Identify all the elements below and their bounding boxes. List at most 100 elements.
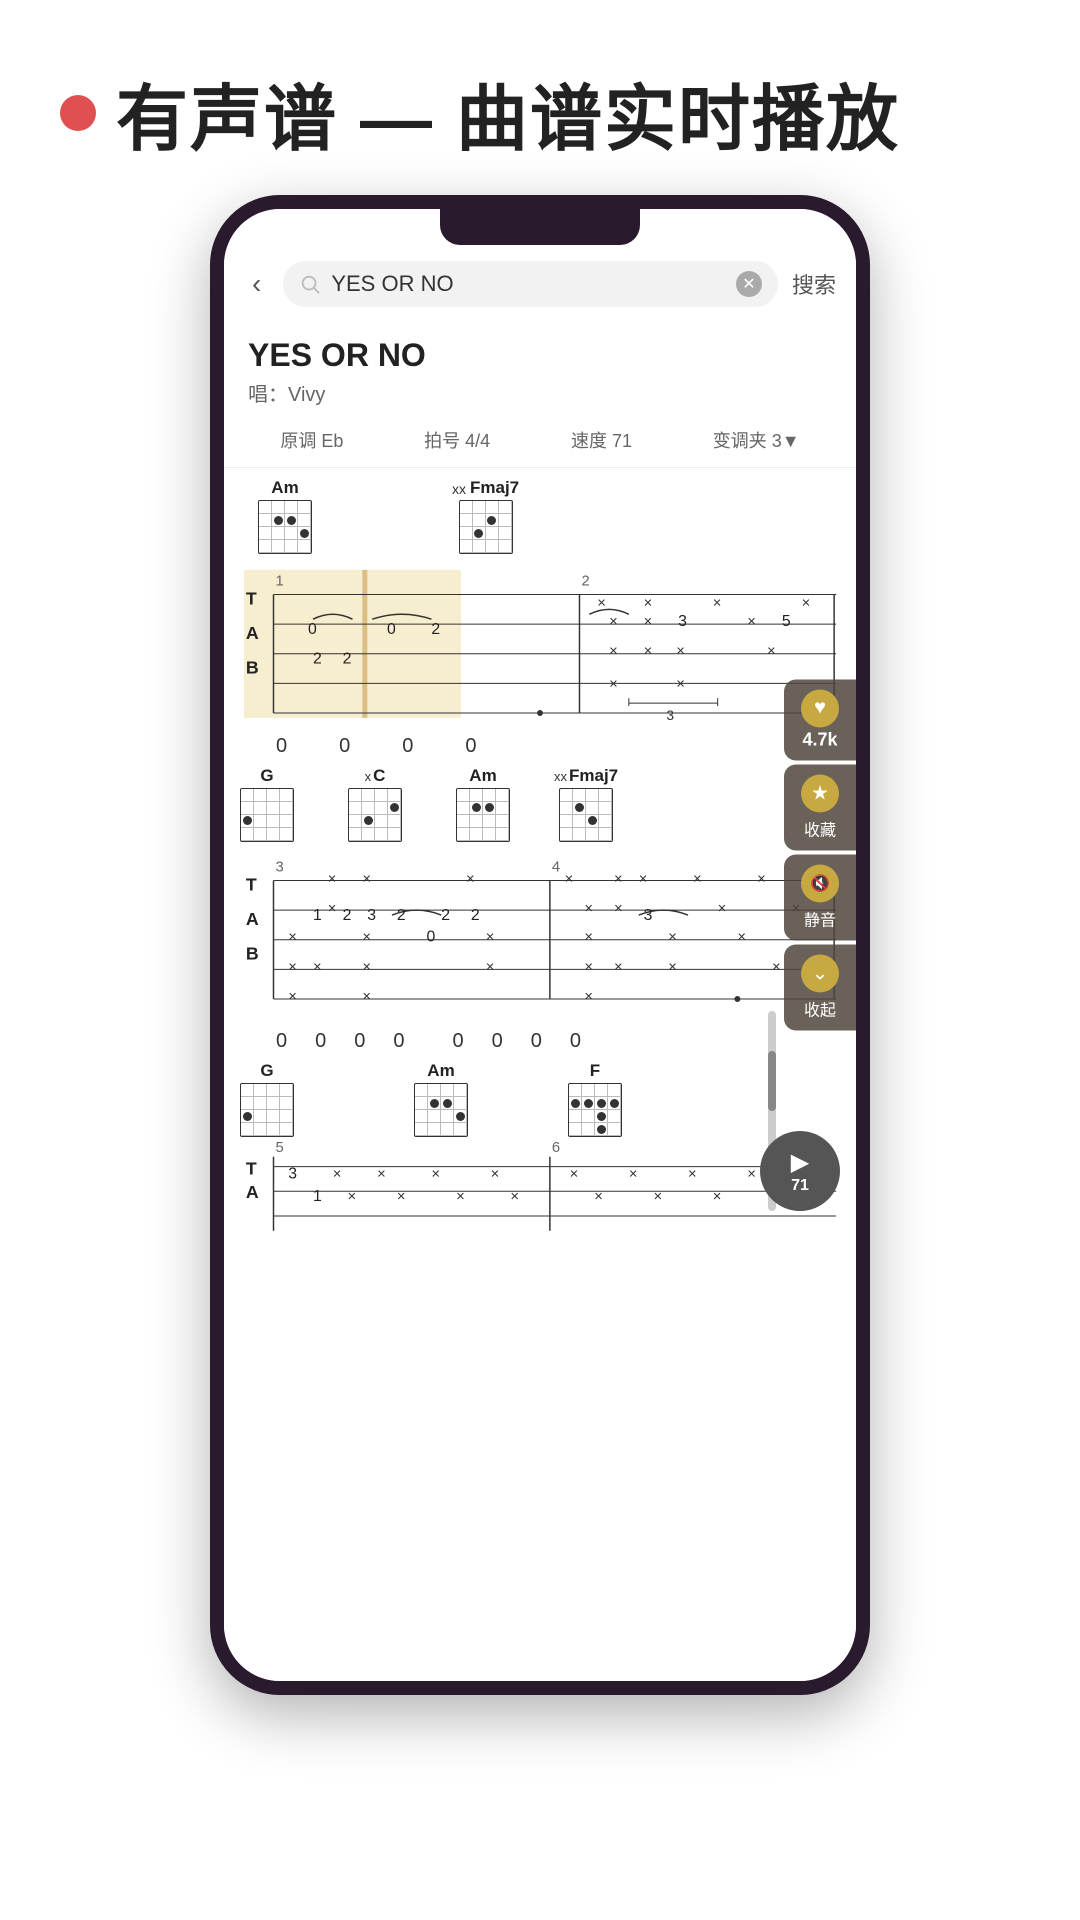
chord-cell	[241, 789, 254, 802]
phone-mockup: ‹ YES OR NO ✕ 搜索 YES OR NO 唱：Vivy	[210, 195, 870, 1695]
chord-am2-board	[456, 788, 510, 842]
chord-cell	[457, 828, 470, 841]
chord-cell	[298, 514, 311, 527]
chord-g: G	[240, 766, 294, 842]
svg-text:B: B	[246, 943, 259, 963]
tab-content: Am	[224, 468, 856, 1241]
collapse-button[interactable]: ⌄ 收起	[784, 944, 856, 1030]
string-num: 0	[492, 1030, 503, 1053]
capo[interactable]: 变调夹 3▼	[713, 427, 800, 453]
back-button[interactable]: ‹	[244, 264, 269, 304]
clear-search-button[interactable]: ✕	[736, 271, 762, 297]
chord-cell	[349, 789, 362, 802]
svg-text:2: 2	[441, 907, 450, 924]
svg-text:×: ×	[377, 1167, 386, 1183]
svg-text:×: ×	[802, 595, 811, 611]
chord-am-board	[258, 500, 312, 554]
chord-cell	[272, 501, 285, 514]
chord-cell	[582, 1123, 595, 1136]
chord-cell	[267, 802, 280, 815]
string-num: 0	[276, 1030, 287, 1053]
page-title: 有声谱 — 曲谱实时播放	[116, 60, 900, 165]
chord-cell	[280, 828, 293, 841]
chord-cell	[582, 1097, 595, 1110]
chord-am: Am	[258, 478, 312, 554]
chord-cell	[586, 802, 599, 815]
chord-am3-board	[414, 1083, 468, 1137]
svg-text:×: ×	[609, 644, 618, 660]
chord-cell	[428, 1097, 441, 1110]
svg-text:×: ×	[713, 595, 722, 611]
svg-text:×: ×	[313, 959, 322, 975]
play-button[interactable]: ▶ 71	[760, 1131, 840, 1211]
tab-staff-1: T A B	[234, 560, 846, 728]
string-num: 0	[402, 735, 413, 758]
tab-section-2: T A B	[224, 842, 856, 1056]
chord-cell	[569, 1084, 582, 1097]
svg-text:×: ×	[570, 1167, 579, 1183]
tab-staff-2: T A B	[234, 846, 846, 1024]
svg-text:2: 2	[343, 907, 352, 924]
chord-cell	[362, 828, 375, 841]
like-button[interactable]: ♥ 4.7k	[784, 679, 856, 760]
chord-cell	[595, 1097, 608, 1110]
chord-cell	[454, 1110, 467, 1123]
chord-cell	[280, 802, 293, 815]
chord-row-3: G	[224, 1055, 856, 1137]
search-area: ‹ YES OR NO ✕ 搜索	[224, 245, 856, 323]
string-num: 0	[393, 1030, 404, 1053]
chord-fmaj7-2: xx Fmaj7	[554, 766, 618, 842]
string-num: 0	[531, 1030, 542, 1053]
svg-text:×: ×	[397, 1190, 406, 1206]
chord-cell	[349, 802, 362, 815]
svg-text:T: T	[246, 1159, 257, 1179]
mute-label: 静音	[804, 906, 836, 930]
chord-cell	[608, 1123, 621, 1136]
chord-cell	[254, 802, 267, 815]
chord-cell	[441, 1084, 454, 1097]
chord-cell	[259, 540, 272, 553]
chord-cell	[267, 815, 280, 828]
chord-f: F	[568, 1061, 622, 1137]
chord-cell	[483, 828, 496, 841]
chord-cell	[280, 1097, 293, 1110]
search-confirm-button[interactable]: 搜索	[792, 268, 836, 300]
svg-text:×: ×	[456, 1190, 465, 1206]
chord-cell	[254, 815, 267, 828]
chord-cell	[241, 815, 254, 828]
chord-cell	[486, 514, 499, 527]
svg-text:×: ×	[676, 644, 685, 660]
chord-row-2: G	[224, 760, 856, 842]
chord-cell	[586, 815, 599, 828]
chord-cell	[595, 1123, 608, 1136]
mute-button[interactable]: 🔇 静音	[784, 854, 856, 940]
svg-text:A: A	[246, 1183, 259, 1203]
chord-cell	[460, 514, 473, 527]
chord-cell	[499, 501, 512, 514]
chord-cell	[241, 828, 254, 841]
chord-cell	[362, 815, 375, 828]
chord-cell	[388, 815, 401, 828]
svg-text:B: B	[246, 658, 259, 678]
chord-cell	[470, 802, 483, 815]
svg-text:×: ×	[644, 644, 653, 660]
chord-cell	[254, 789, 267, 802]
chord-cell	[573, 789, 586, 802]
svg-text:×: ×	[584, 989, 593, 1005]
chord-cell	[280, 789, 293, 802]
collect-button[interactable]: ★ 收藏	[784, 764, 856, 850]
like-count: 4.7k	[802, 729, 837, 750]
chord-cell	[415, 1110, 428, 1123]
svg-text:×: ×	[614, 871, 623, 887]
chord-cell	[241, 802, 254, 815]
chord-fmaj7: xx Fmaj7	[452, 478, 519, 554]
chord-cell	[375, 815, 388, 828]
svg-text:×: ×	[431, 1167, 440, 1183]
scroll-thumb[interactable]	[768, 1051, 776, 1111]
svg-text:×: ×	[594, 1190, 603, 1206]
chord-cell	[298, 527, 311, 540]
chord-cell	[280, 1123, 293, 1136]
svg-text:×: ×	[348, 1190, 357, 1206]
search-box[interactable]: YES OR NO ✕	[283, 261, 778, 307]
chord-fmaj72-board	[559, 788, 613, 842]
